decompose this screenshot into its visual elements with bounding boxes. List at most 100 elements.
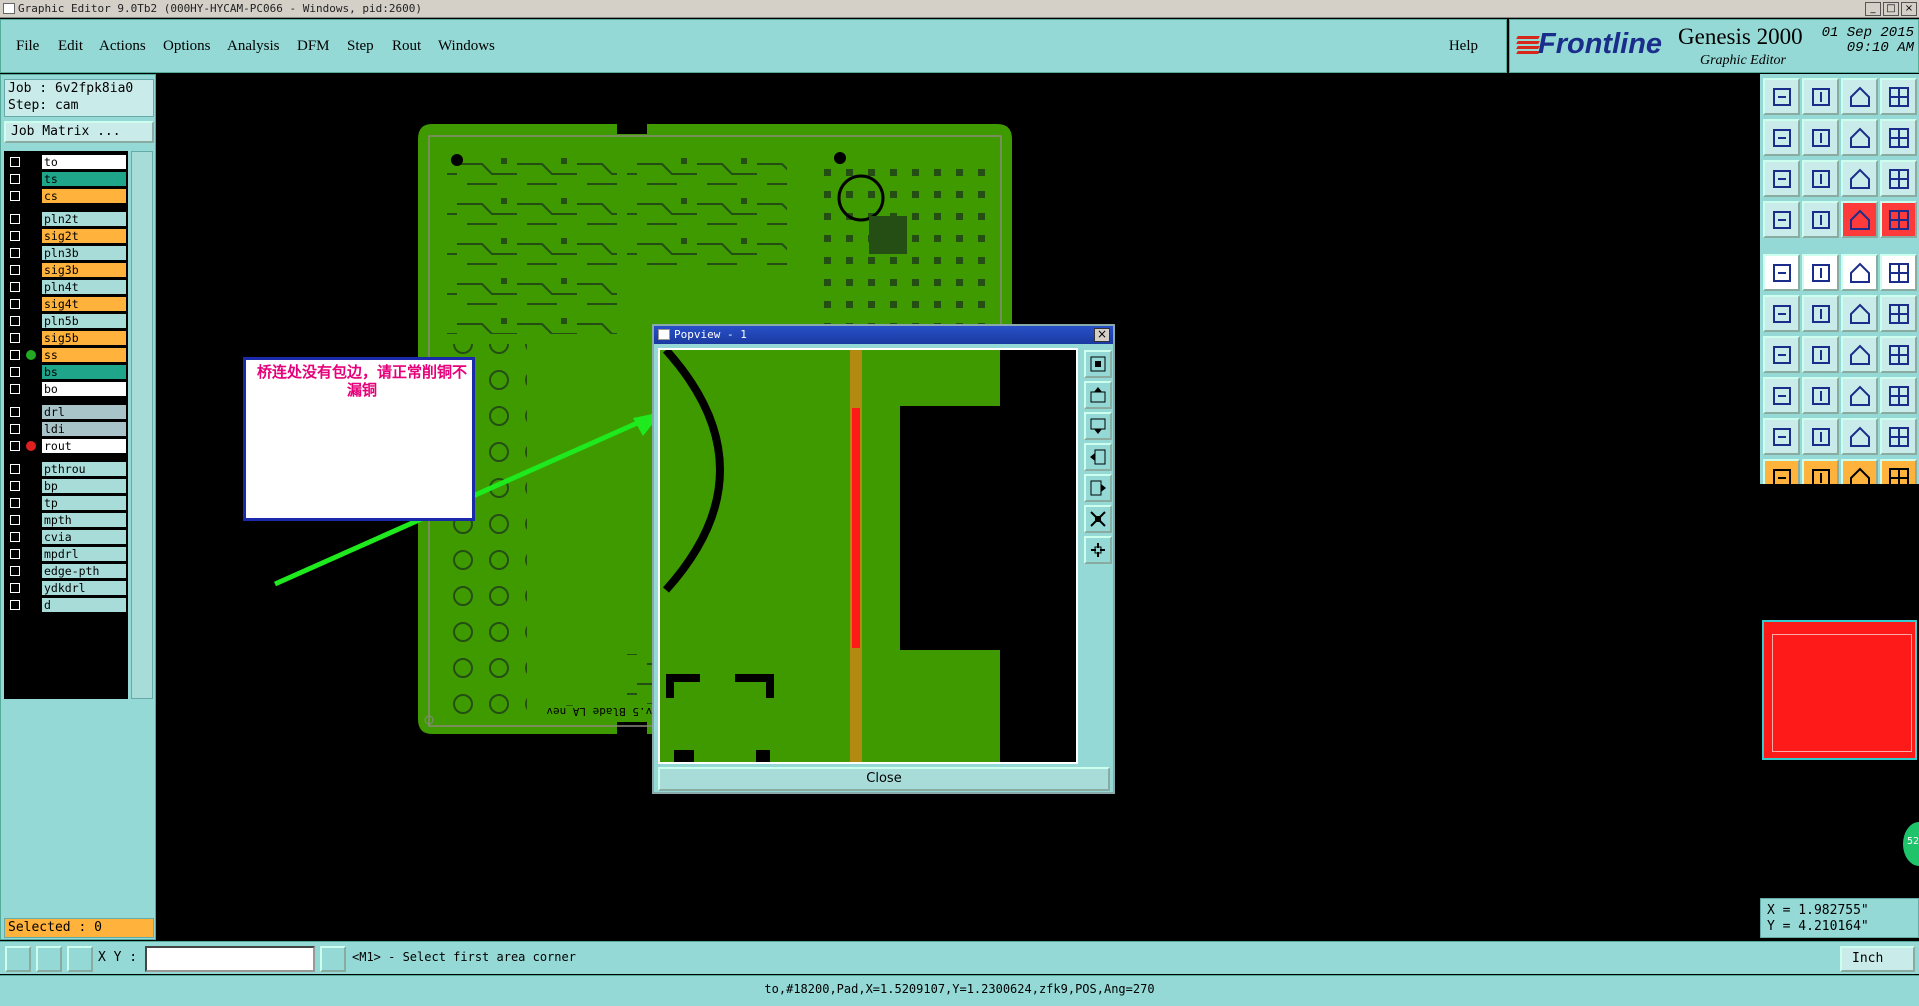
layer-checkbox[interactable] [10, 583, 20, 593]
layer-row[interactable]: pthrou [4, 462, 128, 476]
tri-b-icon[interactable] [1880, 418, 1917, 455]
layer-name[interactable]: sig2t [42, 229, 126, 243]
menu-file[interactable]: File [16, 38, 39, 55]
layer-name[interactable]: sig5b [42, 331, 126, 345]
prompt-icon[interactable] [320, 946, 346, 972]
menu-options[interactable]: Options [163, 38, 211, 55]
line-icon[interactable] [1802, 254, 1839, 291]
layer-row[interactable]: pln4t [4, 280, 128, 294]
grid-icon[interactable] [67, 946, 93, 972]
popview-zoom-in-icon[interactable] [1084, 505, 1112, 533]
menu-dfm[interactable]: DFM [297, 38, 330, 55]
layer-row[interactable]: pln2t [4, 212, 128, 226]
menu-step[interactable]: Step [347, 38, 374, 55]
xy-input[interactable] [145, 946, 315, 972]
layer-checkbox[interactable] [10, 367, 20, 377]
layer-name[interactable]: ydkdrl [42, 581, 126, 595]
layer-name[interactable]: ss [42, 348, 126, 362]
layer-list-scrollbar[interactable] [131, 151, 153, 699]
layer-name[interactable]: rout [42, 439, 126, 453]
move-icon[interactable] [1763, 377, 1800, 414]
layer-checkbox[interactable] [10, 384, 20, 394]
circle-icon[interactable] [1880, 254, 1917, 291]
popview-pan-left-icon[interactable] [1084, 443, 1112, 471]
fit-icon[interactable] [1763, 160, 1800, 197]
layer-checkbox[interactable] [10, 481, 20, 491]
open-icon[interactable] [1763, 78, 1800, 115]
layer-row[interactable]: sig2t [4, 229, 128, 243]
layer-name[interactable]: mpdrl [42, 547, 126, 561]
layer-name[interactable]: tp [42, 496, 126, 510]
layer-row[interactable]: rout [4, 439, 128, 453]
layer-checkbox[interactable] [10, 600, 20, 610]
layer-row[interactable]: pln5b [4, 314, 128, 328]
layer-name[interactable]: ldi [42, 422, 126, 436]
layer-checkbox[interactable] [10, 231, 20, 241]
question-icon[interactable] [1880, 160, 1917, 197]
layer-name[interactable]: pln5b [42, 314, 126, 328]
left-icon[interactable] [1763, 119, 1800, 156]
popview-pan-right-icon[interactable] [1084, 474, 1112, 502]
layer-name[interactable]: sig4t [42, 297, 126, 311]
maximize-button[interactable]: □ [1883, 2, 1899, 16]
layout-icon[interactable] [1880, 78, 1917, 115]
flip-icon[interactable] [1841, 119, 1878, 156]
layer-checkbox[interactable] [10, 174, 20, 184]
job-matrix-button[interactable]: Job Matrix ... [4, 121, 154, 143]
menu-analysis[interactable]: Analysis [227, 38, 280, 55]
layer-row[interactable]: sig4t [4, 297, 128, 311]
tri-up-icon[interactable] [1802, 418, 1839, 455]
copy-icon[interactable] [1880, 377, 1917, 414]
layer-checkbox[interactable] [10, 157, 20, 167]
layer-name[interactable]: sig3b [42, 263, 126, 277]
triangle-icon[interactable] [1763, 418, 1800, 455]
layer-name[interactable]: bp [42, 479, 126, 493]
layer-name[interactable]: edge-pth [42, 564, 126, 578]
save-icon[interactable] [1802, 78, 1839, 115]
measure-icon[interactable] [36, 946, 62, 972]
layer-name[interactable]: cs [42, 189, 126, 203]
ruler-icon[interactable] [1841, 254, 1878, 291]
center-icon[interactable] [1802, 160, 1839, 197]
layer-row[interactable]: to [4, 155, 128, 169]
tree-icon[interactable] [1880, 201, 1917, 238]
angle-icon[interactable] [1763, 336, 1800, 373]
layer-row[interactable]: bs [4, 365, 128, 379]
menu-help[interactable]: Help [1449, 38, 1478, 55]
popview-close-button[interactable]: Close [658, 767, 1110, 791]
layer-checkbox[interactable] [10, 265, 20, 275]
minus-icon[interactable] [1802, 377, 1839, 414]
popview-pan-up-icon[interactable] [1084, 381, 1112, 409]
layer-name[interactable]: d [42, 598, 126, 612]
layer-name[interactable]: pln4t [42, 280, 126, 294]
menu-edit[interactable]: Edit [58, 38, 83, 55]
layer-name[interactable]: pln2t [42, 212, 126, 226]
layer-checkbox[interactable] [10, 248, 20, 258]
menu-windows[interactable]: Windows [438, 38, 495, 55]
close-window-button[interactable]: × [1901, 2, 1917, 16]
layer-row[interactable]: sig5b [4, 331, 128, 345]
layer-row[interactable]: mpth [4, 513, 128, 527]
tape-icon[interactable] [1763, 201, 1800, 238]
layer-row[interactable]: mpdrl [4, 547, 128, 561]
layer-row[interactable]: drl [4, 405, 128, 419]
grid-view-icon[interactable] [1802, 201, 1839, 238]
units-select[interactable]: Inch [1840, 946, 1915, 972]
layer-name[interactable]: pln3b [42, 246, 126, 260]
layer-checkbox[interactable] [10, 333, 20, 343]
layer-name[interactable]: pthrou [42, 462, 126, 476]
layer-checkbox[interactable] [10, 464, 20, 474]
layer-checkbox[interactable] [10, 566, 20, 576]
menu-rout[interactable]: Rout [392, 38, 421, 55]
popview-close-x-button[interactable]: × [1094, 328, 1110, 342]
home-icon[interactable] [1841, 78, 1878, 115]
layer-row[interactable]: ts [4, 172, 128, 186]
popview-pan-down-icon[interactable] [1084, 412, 1112, 440]
layer-checkbox[interactable] [10, 441, 20, 451]
layer-checkbox[interactable] [10, 424, 20, 434]
node-icon[interactable] [1763, 295, 1800, 332]
scale-icon[interactable] [1841, 160, 1878, 197]
layer-name[interactable]: cvia [42, 530, 126, 544]
popview-zoom-view[interactable] [658, 348, 1078, 764]
layer-row[interactable]: pln3b [4, 246, 128, 260]
